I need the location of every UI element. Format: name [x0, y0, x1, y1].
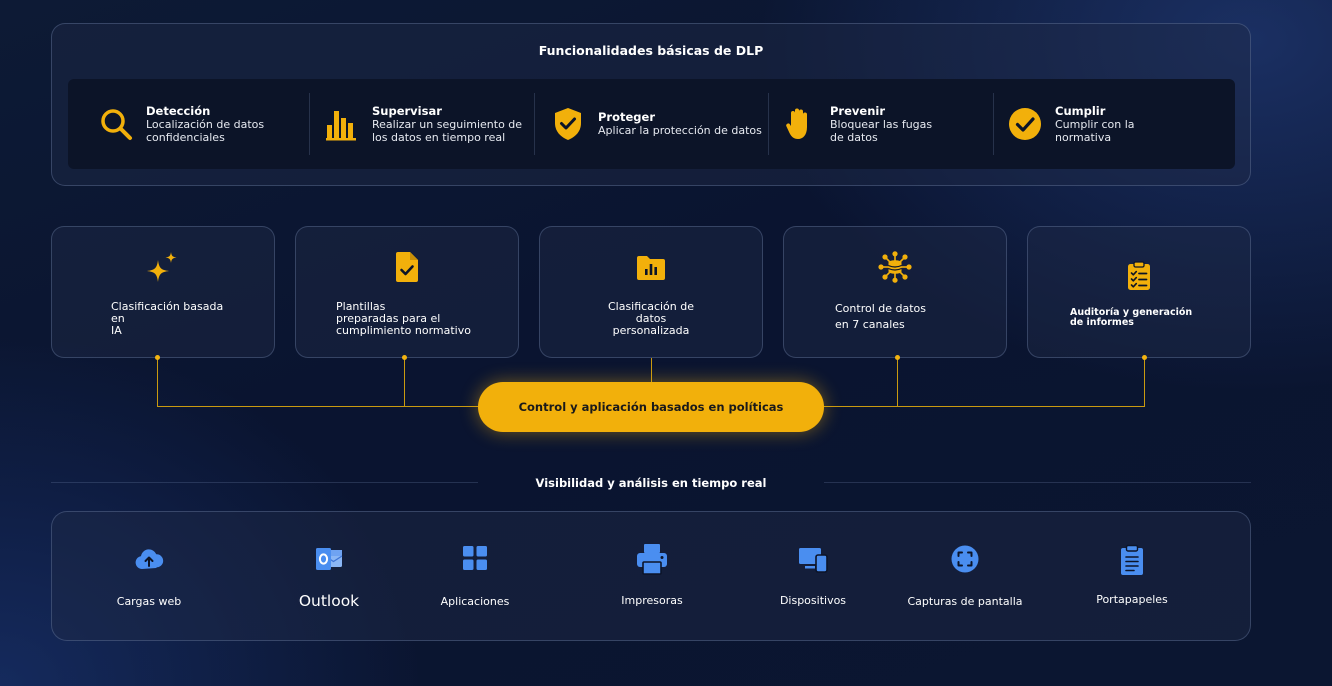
- channel-label: Impresoras: [621, 594, 683, 607]
- feature-description: Bloquear las fugas de datos: [830, 117, 933, 144]
- feature-description: Localización de datos confidenciales: [146, 117, 265, 144]
- capability-card-audit-reporting: Auditoría y generación de informes: [1027, 226, 1251, 358]
- connector-dot: [1142, 355, 1147, 360]
- policy-enforcement-pill: Control y aplicación basados en política…: [478, 382, 824, 432]
- capability-card-templates: Plantillas preparadas para el cumplimien…: [295, 226, 519, 358]
- feature-title: Prevenir: [830, 103, 885, 118]
- feature-description: Cumplir con la normativa: [1055, 117, 1135, 144]
- connector-line: [404, 358, 405, 407]
- channel-applications: Aplicaciones: [405, 512, 545, 640]
- capability-card-custom-classification: Clasificación de datos personalizada: [539, 226, 763, 358]
- channel-label: Dispositivos: [779, 594, 847, 607]
- feature-protect: Proteger Aplicar la protección de datos: [534, 79, 768, 169]
- feature-title: Cumplir: [1055, 103, 1106, 118]
- feature-title: Detección: [146, 103, 211, 118]
- channel-devices: Dispositivos: [743, 512, 883, 640]
- connector-line: [823, 406, 1145, 407]
- channels-panel: Cargas web Outlook Aplicaciones Impresor…: [51, 511, 1251, 641]
- capability-label: Control de datos en 7 canales: [835, 302, 927, 331]
- folder-chart-icon: [540, 251, 762, 283]
- channel-web-uploads: Cargas web: [79, 512, 219, 640]
- visibility-title: Visibilidad y análisis en tiempo real: [535, 476, 767, 490]
- sparkles-icon: [52, 251, 274, 283]
- clipboard-checklist-icon: [1028, 261, 1250, 293]
- core-features-panel: Funcionalidades básicas de DLP Detección…: [51, 23, 1251, 186]
- feature-monitor: Supervisar Realizar un seguimiento de lo…: [309, 79, 534, 169]
- capability-label: Clasificación basada en IA: [111, 300, 224, 337]
- devices-icon: [743, 544, 883, 576]
- screenshot-icon: [895, 544, 1035, 576]
- feature-description: Realizar un seguimiento de los datos en …: [372, 117, 523, 144]
- capability-card-ai-classification: Clasificación basada en IA: [51, 226, 275, 358]
- connector-dot: [155, 355, 160, 360]
- connector-line: [157, 406, 479, 407]
- connector-line: [651, 358, 652, 382]
- capability-card-channel-control: Control de datos en 7 canales: [783, 226, 1007, 358]
- feature-detection: Detección Localización de datos confiden…: [68, 79, 309, 169]
- feature-title: Supervisar: [372, 103, 442, 118]
- channel-screenshots: Capturas de pantalla: [895, 512, 1035, 640]
- outlook-icon: [259, 544, 399, 576]
- shield-check-icon: [550, 106, 586, 142]
- features-row: Detección Localización de datos confiden…: [68, 79, 1235, 169]
- channel-outlook: Outlook: [259, 512, 399, 640]
- document-check-icon: [296, 251, 518, 283]
- cloud-upload-icon: [79, 544, 219, 576]
- hand-stop-icon: [782, 106, 818, 142]
- channel-label: Portapapeles: [1096, 593, 1168, 606]
- connector-dot: [895, 355, 900, 360]
- connector-line: [157, 358, 158, 407]
- feature-comply: Cumplir Cumplir con la normativa: [993, 79, 1235, 169]
- network-database-icon: [784, 251, 1006, 283]
- panel-title: Funcionalidades básicas de DLP: [538, 43, 764, 58]
- check-circle-icon: [1007, 106, 1043, 142]
- search-icon: [98, 106, 134, 142]
- clipboard-icon: [1062, 544, 1202, 576]
- feature-description: Aplicar la protección de datos: [598, 124, 762, 137]
- channel-printers: Impresoras: [582, 512, 722, 640]
- printer-icon: [582, 542, 722, 575]
- channel-label: Outlook: [298, 592, 360, 610]
- capability-label: Clasificación de datos personalizada: [607, 300, 695, 337]
- apps-grid-icon: [405, 544, 545, 576]
- channel-clipboard: Portapapeles: [1062, 512, 1202, 640]
- separator-line: [51, 482, 478, 483]
- channel-label: Aplicaciones: [440, 595, 510, 608]
- separator-line: [824, 482, 1251, 483]
- feature-title: Proteger: [598, 110, 656, 124]
- channel-label: Cargas web: [116, 595, 182, 608]
- connector-dot: [402, 355, 407, 360]
- channel-label: Capturas de pantalla: [907, 595, 1023, 608]
- capability-label: Auditoría y generación de informes: [1070, 307, 1193, 328]
- feature-prevent: Prevenir Bloquear las fugas de datos: [768, 79, 993, 169]
- connector-line: [1144, 358, 1145, 407]
- bar-chart-icon: [324, 106, 360, 142]
- connector-line: [897, 358, 898, 407]
- capability-label: Plantillas preparadas para el cumplimien…: [336, 300, 471, 337]
